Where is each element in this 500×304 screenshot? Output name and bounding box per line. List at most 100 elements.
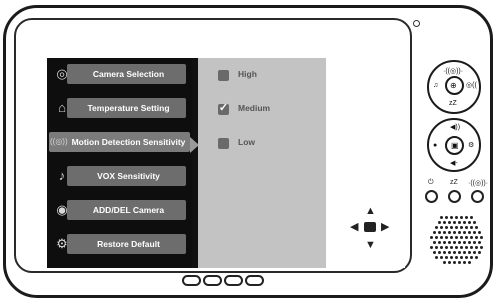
motion-sensor-icon: ((◎)) — [50, 137, 68, 146]
speaker-hole — [465, 246, 468, 249]
speaker-hole — [455, 256, 458, 259]
checkmark-icon: ✓ — [218, 102, 229, 114]
speaker-hole — [478, 241, 481, 244]
speaker-hole — [430, 236, 433, 239]
speaker-hole — [468, 221, 471, 224]
speaker-hole — [450, 226, 453, 229]
menu-item-temperature-setting[interactable]: ⌂ Temperature Setting — [49, 94, 190, 123]
volume-up-icon: ◀)) — [450, 124, 461, 131]
speaker-hole — [438, 231, 441, 234]
power-button[interactable] — [425, 190, 438, 203]
speaker-hole — [473, 251, 476, 254]
speaker-hole — [465, 226, 468, 229]
speaker-hole — [450, 236, 453, 239]
menu-item-label: ADD/DEL Camera — [92, 205, 165, 215]
speaker-hole — [460, 256, 463, 259]
speaker-hole — [478, 231, 481, 234]
left-arrow-icon: ◀ — [350, 221, 359, 233]
speaker-hole — [460, 216, 463, 219]
speaker-hole — [445, 226, 448, 229]
vox-icon: ♪ — [58, 168, 66, 183]
music-icon: ♫ — [433, 82, 439, 89]
talk-icon: ·((◎))· — [468, 180, 489, 187]
speaker-hole — [453, 231, 456, 234]
checkbox-checked[interactable]: ✓ — [218, 102, 229, 115]
preview-panel: ▲ ▼ ◀ ▶ — [326, 58, 405, 268]
speaker-hole — [460, 246, 463, 249]
speaker-hole — [440, 216, 443, 219]
hardware-button-3[interactable] — [224, 275, 243, 286]
add-camera-icon: ◉ — [56, 202, 68, 217]
zoom-icon: ⊕ — [450, 81, 457, 90]
menu-item-motion-detection[interactable]: ((◎)) Motion Detection Sensitivity — [49, 128, 190, 157]
speaker-hole — [438, 251, 441, 254]
speaker-hole — [460, 226, 463, 229]
speaker-hole — [465, 256, 468, 259]
speaker-hole — [445, 246, 448, 249]
speaker-hole — [453, 251, 456, 254]
speaker-hole — [458, 241, 461, 244]
speaker-hole — [463, 261, 466, 264]
speaker-hole — [443, 221, 446, 224]
hardware-button-2[interactable] — [203, 275, 222, 286]
talk-button[interactable] — [471, 190, 484, 203]
speaker-hole — [470, 246, 473, 249]
speaker-hole — [473, 231, 476, 234]
speaker-hole — [440, 246, 443, 249]
speaker-hole — [455, 226, 458, 229]
speaker-hole — [468, 231, 471, 234]
speaker-hole — [458, 261, 461, 264]
speaker-hole — [463, 241, 466, 244]
speaker-hole — [473, 241, 476, 244]
speaker-hole — [468, 241, 471, 244]
speaker-hole — [448, 221, 451, 224]
speaker-hole — [470, 236, 473, 239]
speaker-hole — [455, 216, 458, 219]
speaker-hole — [448, 241, 451, 244]
speaker-hole — [473, 221, 476, 224]
menu-item-camera-selection[interactable]: ◎ Camera Selection — [49, 60, 190, 89]
speaker-hole — [450, 216, 453, 219]
speaker-hole — [458, 231, 461, 234]
hardware-button-1[interactable] — [182, 275, 201, 286]
speaker-hole — [465, 236, 468, 239]
speaker-hole — [475, 246, 478, 249]
menu-item-label: Camera Selection — [92, 69, 165, 79]
speaker-hole — [448, 261, 451, 264]
speaker-hole — [455, 246, 458, 249]
camera-icon — [364, 222, 376, 232]
right-arrow-icon: ▶ — [381, 221, 390, 233]
speaker-hole — [443, 231, 446, 234]
speaker-hole — [470, 216, 473, 219]
speaker-hole — [435, 246, 438, 249]
sleep-icon: zZ — [449, 100, 457, 107]
settings-menu: ◎ Camera Selection ⌂ Temperature Setting… — [47, 58, 192, 268]
direction-pad: ▲ ▼ ◀ ▶ — [350, 206, 390, 251]
speaker-hole — [468, 251, 471, 254]
speaker-hole — [440, 236, 443, 239]
speaker-hole — [443, 261, 446, 264]
menu-item-add-del-camera[interactable]: ◉ ADD/DEL Camera — [49, 196, 190, 225]
menu-item-restore-default[interactable]: ⚙ Restore Default — [49, 230, 190, 259]
speaker-hole — [433, 251, 436, 254]
audio-icon: ◎(( — [466, 82, 477, 89]
menu-item-vox-sensitivity[interactable]: ♪ VOX Sensitivity — [49, 162, 190, 191]
hardware-button-4[interactable] — [245, 275, 264, 286]
checkbox[interactable] — [218, 70, 229, 81]
speaker-hole — [470, 226, 473, 229]
speaker-hole — [478, 251, 481, 254]
sleep-button[interactable] — [448, 190, 461, 203]
indicator-led — [413, 20, 420, 27]
option-label: Medium — [238, 103, 271, 113]
speaker-hole — [458, 251, 461, 254]
speaker-hole — [445, 216, 448, 219]
speaker-hole — [443, 251, 446, 254]
speaker-hole — [463, 221, 466, 224]
checkbox[interactable] — [218, 138, 229, 149]
option-label: High — [238, 69, 257, 79]
menu-item-label: VOX Sensitivity — [97, 171, 160, 181]
settings-icon: ⚙ — [468, 142, 475, 149]
speaker-hole — [435, 226, 438, 229]
speaker-hole — [463, 251, 466, 254]
screen: ◎ Camera Selection ⌂ Temperature Setting… — [47, 58, 405, 268]
